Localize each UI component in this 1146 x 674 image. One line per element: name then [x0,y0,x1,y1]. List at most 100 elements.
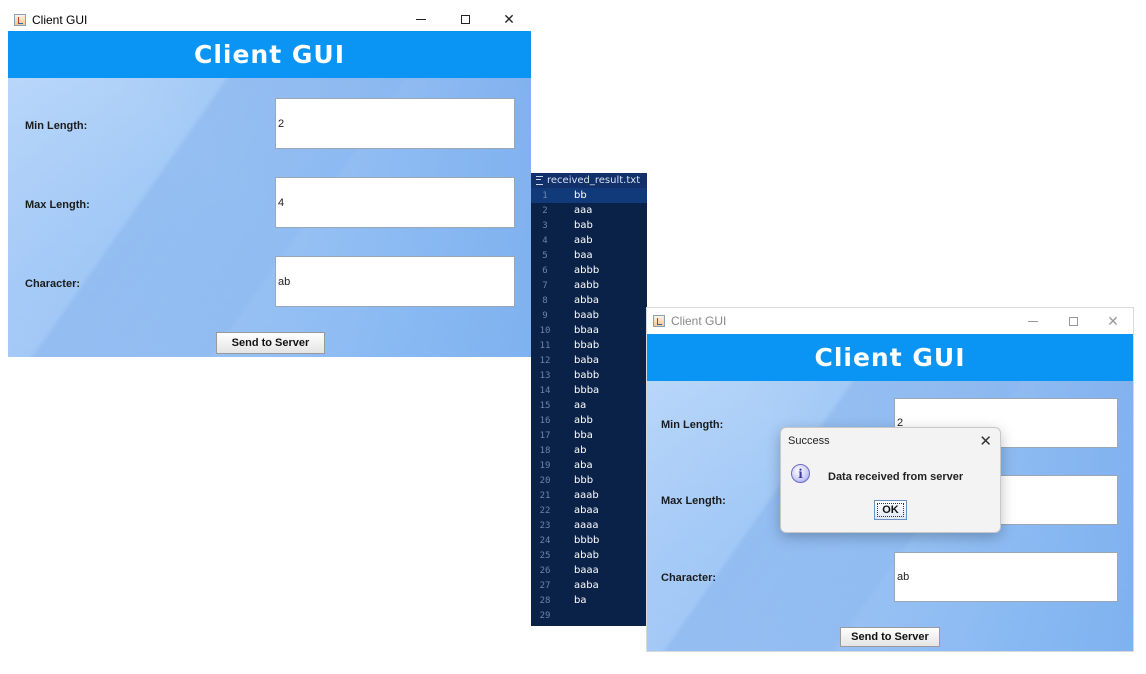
character-label: Character: [661,572,717,584]
line-number: 13 [539,370,551,381]
line-number: 11 [539,340,551,351]
dialog-message: Data received from server [828,471,964,483]
editor-line[interactable]: 26 baaa [531,563,647,578]
editor-line[interactable]: 12 baba [531,353,647,368]
line-text: bbb [574,475,594,486]
line-number: 1 [542,190,548,201]
dialog-title-bar[interactable]: Success ✕ [781,428,1000,454]
editor-line[interactable]: 21 aaab [531,488,647,503]
close-icon: ✕ [1107,312,1119,329]
maximize-button[interactable] [1053,308,1093,334]
line-number: 28 [539,595,551,606]
dialog-close-icon[interactable]: ✕ [979,432,992,450]
character-label: Character: [25,278,81,290]
min-length-input[interactable]: 2 [275,98,515,149]
line-text: abaa [574,505,599,516]
editor-line[interactable]: 3 bab [531,218,647,233]
editor-line[interactable]: 4 aab [531,233,647,248]
line-text: bb [574,190,587,201]
java-app-icon [14,13,26,26]
ok-button[interactable]: OK [874,500,907,520]
line-text: baba [574,355,599,366]
editor-line[interactable]: 6 abbb [531,263,647,278]
editor-line[interactable]: 9 baab [531,308,647,323]
line-text: abbb [574,265,600,276]
line-number: 8 [542,295,548,306]
line-number: 25 [539,550,551,561]
editor-line[interactable]: 19 aba [531,458,647,473]
line-number: 12 [539,355,551,366]
line-text: baab [574,310,599,321]
minimize-button[interactable] [399,8,443,31]
editor-line[interactable]: 15 aa [531,398,647,413]
info-icon: i [791,464,810,483]
editor-line[interactable]: 18 ab [531,443,647,458]
editor-line[interactable]: 24 bbbb [531,533,647,548]
line-text: bbbb [574,535,600,546]
line-text: aaa [574,205,593,216]
editor-line[interactable]: 7 aabb [531,278,647,293]
editor-line[interactable]: 13 babb [531,368,647,383]
line-text: abba [574,295,599,306]
character-input[interactable]: ab [275,256,515,307]
editor-tab[interactable]: received_result.txt [531,173,647,188]
editor-line[interactable]: 25 abab [531,548,647,563]
line-number: 2 [542,205,548,216]
title-bar[interactable]: Client GUI ✕ [647,308,1133,334]
line-number: 6 [542,265,548,276]
send-to-server-button[interactable]: Send to Server [840,627,940,647]
editor-line[interactable]: 5 baa [531,248,647,263]
close-button[interactable]: ✕ [487,8,531,31]
min-length-label: Min Length: [25,120,88,132]
title-bar[interactable]: Client GUI ✕ [8,8,531,31]
line-text: bba [574,430,593,441]
line-number: 16 [539,415,551,426]
line-number: 24 [539,535,551,546]
editor-line[interactable]: 29 [531,608,647,623]
max-length-label: Max Length: [661,495,726,507]
line-number: 3 [542,220,548,231]
line-number: 4 [542,235,548,246]
form-panel: Min Length: 2 Max Length: 4 Character: a… [8,78,531,357]
editor-line[interactable]: 27 aaba [531,578,647,593]
editor-line[interactable]: 22 abaa [531,503,647,518]
send-to-server-button[interactable]: Send to Server [216,332,325,354]
editor-line[interactable]: 8 abba [531,293,647,308]
line-text: aab [574,235,593,246]
editor-line[interactable]: 10 bbaa [531,323,647,338]
line-number: 27 [539,580,551,591]
editor-line[interactable]: 2 aaa [531,203,647,218]
line-number: 29 [539,610,551,621]
line-text: ba [574,595,587,606]
close-button[interactable]: ✕ [1093,308,1133,334]
editor-line[interactable]: 28 ba [531,593,647,608]
line-number: 7 [542,280,548,291]
line-number: 18 [539,445,551,456]
line-text: aaba [574,580,599,591]
line-text: aaab [574,490,599,501]
max-length-label: Max Length: [25,199,90,211]
line-number: 15 [539,400,551,411]
editor-lines[interactable]: 1 bb 2 aaa 3 bab 4 aab 5 baa 6 abbb 7 aabb 8 abba 9 baab 1… [531,188,647,623]
editor-line[interactable]: 1 bb [531,188,647,203]
character-input[interactable]: ab [894,552,1118,602]
editor-line[interactable]: 14 bbba [531,383,647,398]
minimize-icon [416,19,426,20]
editor-line[interactable]: 20 bbb [531,473,647,488]
java-app-icon [653,315,665,327]
maximize-button[interactable] [443,8,487,31]
editor-filename: received_result.txt [547,175,641,186]
line-number: 10 [539,325,551,336]
line-text: baaa [574,565,599,576]
editor-line[interactable]: 11 bbab [531,338,647,353]
editor-line[interactable]: 17 bba [531,428,647,443]
editor-line[interactable]: 23 aaaa [531,518,647,533]
editor-line[interactable]: 16 abb [531,413,647,428]
minimize-button[interactable] [1013,308,1053,334]
line-number: 14 [539,385,551,396]
line-text: bab [574,220,593,231]
max-length-input[interactable]: 4 [275,177,515,228]
line-text: babb [574,370,600,381]
app-banner: Client GUI [8,31,531,78]
line-number: 23 [539,520,551,531]
